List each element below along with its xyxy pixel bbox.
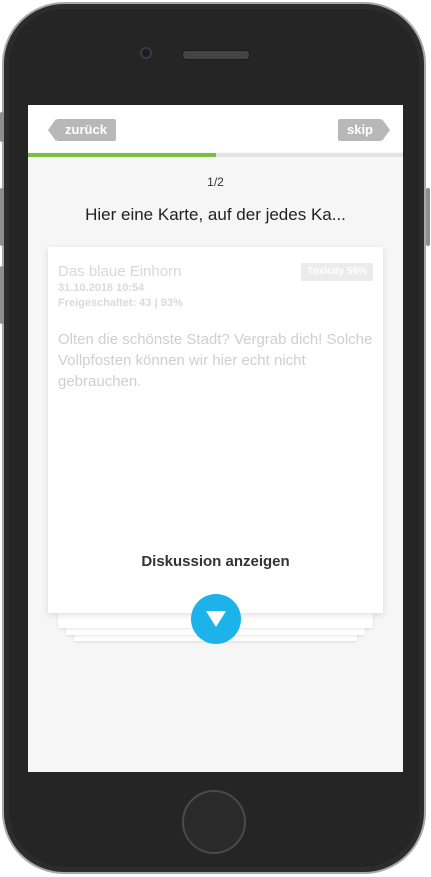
home-button[interactable] <box>182 790 246 854</box>
comment-text: Olten die schönste Stadt? Vergrab dich! … <box>58 331 373 390</box>
mute-switch <box>0 112 4 142</box>
show-discussion-link[interactable]: Diskussion anzeigen <box>48 553 383 570</box>
progress-bar <box>28 153 403 157</box>
progress-fill <box>28 153 216 157</box>
page-counter: 1/2 <box>207 175 224 189</box>
comment-card: Das blaue Einhorn 31.10.2018 10:54 Freig… <box>48 247 383 613</box>
volume-down-button <box>0 266 4 324</box>
comment-author: Das blaue Einhorn <box>58 263 182 280</box>
volume-up-button <box>0 188 4 246</box>
expand-button[interactable] <box>191 594 241 644</box>
comment-date: 31.10.2018 10:54 <box>58 282 145 294</box>
top-bar: zurück skip <box>28 105 403 152</box>
page-title: Hier eine Karte, auf der jedes Ka... <box>85 205 346 224</box>
skip-button[interactable]: skip <box>338 119 390 141</box>
comment-unlocked-stats: Freigeschaltet: 43 | 93% <box>58 297 183 309</box>
app-screen: zurück skip 1/2 Hier eine Karte, auf der… <box>28 105 403 772</box>
chevron-down-icon <box>206 611 226 627</box>
toxicity-badge: Toxicity 56% <box>301 263 373 281</box>
back-button[interactable]: zurück <box>48 119 116 141</box>
power-button <box>426 188 430 246</box>
camera <box>140 47 152 59</box>
speaker <box>182 50 250 60</box>
